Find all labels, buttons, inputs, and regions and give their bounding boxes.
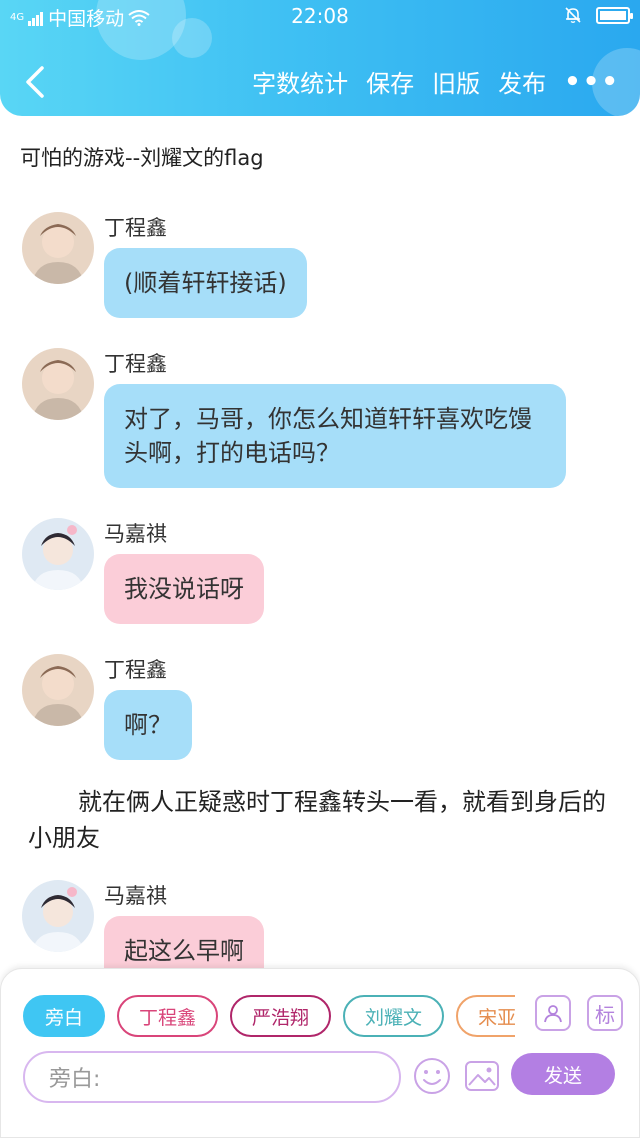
avatar bbox=[22, 212, 94, 284]
send-button[interactable]: 发送 bbox=[511, 1053, 615, 1095]
composer-panel: 旁白 丁程鑫 严浩翔 刘耀文 宋亚轩 标 旁白: 发送 bbox=[0, 968, 640, 1138]
speaker-name: 丁程鑫 bbox=[104, 658, 167, 682]
speaker-name: 丁程鑫 bbox=[104, 216, 167, 240]
person-icon bbox=[544, 1005, 562, 1023]
battery-icon bbox=[596, 6, 633, 24]
bell-muted-icon bbox=[565, 7, 581, 23]
add-role-button[interactable] bbox=[535, 995, 571, 1031]
publish-button[interactable]: 发布 bbox=[498, 64, 546, 99]
story-title: 可怕的游戏--刘耀文的flag bbox=[20, 146, 264, 170]
smiley-icon bbox=[414, 1058, 450, 1094]
chat-bubble[interactable]: (顺着轩轩接话) bbox=[104, 248, 307, 318]
chat-bubble[interactable]: 啊？ bbox=[104, 690, 192, 760]
chevron-left-icon bbox=[26, 66, 44, 98]
avatar bbox=[22, 654, 94, 726]
avatar bbox=[22, 348, 94, 420]
role-chip[interactable]: 刘耀文 bbox=[343, 995, 445, 1037]
old-version-button[interactable]: 旧版 bbox=[432, 64, 480, 99]
image-icon bbox=[465, 1061, 499, 1091]
speaker-name: 丁程鑫 bbox=[104, 352, 167, 376]
role-chip[interactable]: 宋亚轩 bbox=[456, 995, 515, 1037]
image-button[interactable] bbox=[463, 1057, 501, 1095]
message-input[interactable]: 旁白: bbox=[23, 1051, 401, 1103]
clock: 22:08 bbox=[291, 4, 349, 28]
chat-bubble[interactable]: 我没说话呀 bbox=[104, 554, 264, 624]
top-header: 4G 中国移动 22:08 字数统计 保存 旧版 发布 ••• bbox=[0, 0, 640, 116]
mark-button[interactable]: 标 bbox=[587, 995, 623, 1031]
back-button[interactable] bbox=[20, 62, 50, 102]
save-button[interactable]: 保存 bbox=[366, 64, 414, 99]
message-input-placeholder: 旁白: bbox=[49, 1067, 101, 1092]
avatar bbox=[22, 880, 94, 952]
toolbar-actions: 字数统计 保存 旧版 发布 ••• bbox=[252, 64, 620, 99]
role-chip-narrator[interactable]: 旁白 bbox=[23, 995, 106, 1037]
word-count-button[interactable]: 字数统计 bbox=[252, 64, 348, 99]
speaker-name: 马嘉祺 bbox=[104, 884, 167, 908]
chat-bubble[interactable]: 对了，马哥，你怎么知道轩轩喜欢吃馒头啊，打的电话吗？ bbox=[104, 384, 566, 488]
speaker-name: 马嘉祺 bbox=[104, 522, 167, 546]
role-chip[interactable]: 丁程鑫 bbox=[117, 995, 219, 1037]
narration-text[interactable]: 就在俩人正疑惑时丁程鑫转头一看，就看到身后的小朋友 bbox=[28, 784, 608, 856]
more-menu-button[interactable]: ••• bbox=[564, 67, 620, 97]
role-chip-list: 旁白 丁程鑫 严浩翔 刘耀文 宋亚轩 bbox=[23, 995, 515, 1039]
role-chip[interactable]: 严浩翔 bbox=[230, 995, 332, 1037]
avatar bbox=[22, 518, 94, 590]
emoji-button[interactable] bbox=[413, 1057, 451, 1095]
status-bar: 4G 中国移动 22:08 bbox=[0, 0, 640, 34]
mark-icon: 标 bbox=[595, 1002, 615, 1027]
